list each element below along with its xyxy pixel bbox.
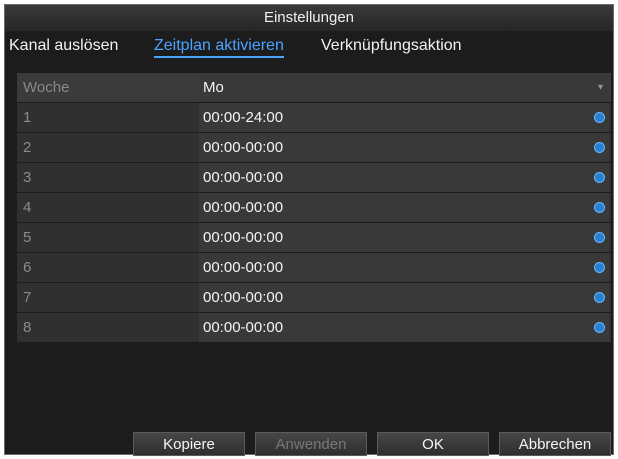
time-range-text: 00:00-00:00 (203, 229, 284, 246)
edit-dot-icon[interactable] (594, 172, 605, 183)
time-range-text: 00:00-00:00 (203, 289, 284, 306)
time-range-text: 00:00-00:00 (203, 139, 284, 156)
copy-button[interactable]: Kopiere (133, 432, 245, 456)
edit-dot-icon[interactable] (594, 232, 605, 243)
ok-button[interactable]: OK (377, 432, 489, 456)
selected-day: Mo (203, 79, 224, 96)
time-range-field[interactable]: 00:00-00:00 (199, 283, 609, 312)
time-range-field[interactable]: 00:00-24:00 (199, 103, 609, 132)
time-range-field[interactable]: 00:00-00:00 (199, 313, 609, 342)
edit-dot-icon[interactable] (594, 142, 605, 153)
schedule-row: 7 00:00-00:00 (17, 283, 611, 312)
period-number: 6 (23, 259, 32, 276)
time-range-text: 00:00-00:00 (203, 169, 284, 186)
edit-dot-icon[interactable] (594, 112, 605, 123)
tab-verknuepfungsaktion[interactable]: Verknüpfungsaktion (321, 37, 462, 55)
apply-button[interactable]: Anwenden (255, 432, 367, 456)
period-number: 8 (23, 319, 32, 336)
tab-bar: Kanal auslösen Zeitplan aktivieren Verkn… (5, 31, 613, 63)
edit-dot-icon[interactable] (594, 322, 605, 333)
time-range-text: 00:00-24:00 (203, 109, 284, 126)
chevron-down-icon: ▾ (597, 82, 603, 93)
tab-kanal-ausloesen[interactable]: Kanal auslösen (9, 37, 118, 55)
period-number: 1 (23, 109, 32, 126)
period-number: 7 (23, 289, 32, 306)
week-label: Woche (23, 79, 70, 96)
schedule-row: 6 00:00-00:00 (17, 253, 611, 282)
week-row: Woche Mo ▾ (17, 73, 611, 102)
schedule-row: 4 00:00-00:00 (17, 193, 611, 222)
time-range-text: 00:00-00:00 (203, 319, 284, 336)
day-select[interactable]: Mo ▾ (199, 73, 609, 102)
settings-dialog: Einstellungen Kanal auslösen Zeitplan ak… (4, 4, 614, 456)
time-range-text: 00:00-00:00 (203, 259, 284, 276)
time-range-text: 00:00-00:00 (203, 199, 284, 216)
edit-dot-icon[interactable] (594, 262, 605, 273)
period-number: 4 (23, 199, 32, 216)
schedule-row: 5 00:00-00:00 (17, 223, 611, 252)
time-range-field[interactable]: 00:00-00:00 (199, 253, 609, 282)
time-range-field[interactable]: 00:00-00:00 (199, 133, 609, 162)
time-range-field[interactable]: 00:00-00:00 (199, 223, 609, 252)
schedule-row: 2 00:00-00:00 (17, 133, 611, 162)
schedule-row: 8 00:00-00:00 (17, 313, 611, 342)
time-range-field[interactable]: 00:00-00:00 (199, 193, 609, 222)
schedule-row: 3 00:00-00:00 (17, 163, 611, 192)
tab-zeitplan-aktivieren[interactable]: Zeitplan aktivieren (154, 37, 284, 58)
period-number: 3 (23, 169, 32, 186)
dialog-title: Einstellungen (5, 5, 613, 31)
cancel-button[interactable]: Abbrechen (499, 432, 611, 456)
period-number: 5 (23, 229, 32, 246)
edit-dot-icon[interactable] (594, 202, 605, 213)
time-range-field[interactable]: 00:00-00:00 (199, 163, 609, 192)
edit-dot-icon[interactable] (594, 292, 605, 303)
schedule-row: 1 00:00-24:00 (17, 103, 611, 132)
period-number: 2 (23, 139, 32, 156)
schedule-grid: Woche Mo ▾ 1 00:00-24:00 2 00:00-00:00 3 00:0… (17, 73, 611, 343)
button-bar: Kopiere Anwenden OK Abbrechen (5, 432, 613, 456)
